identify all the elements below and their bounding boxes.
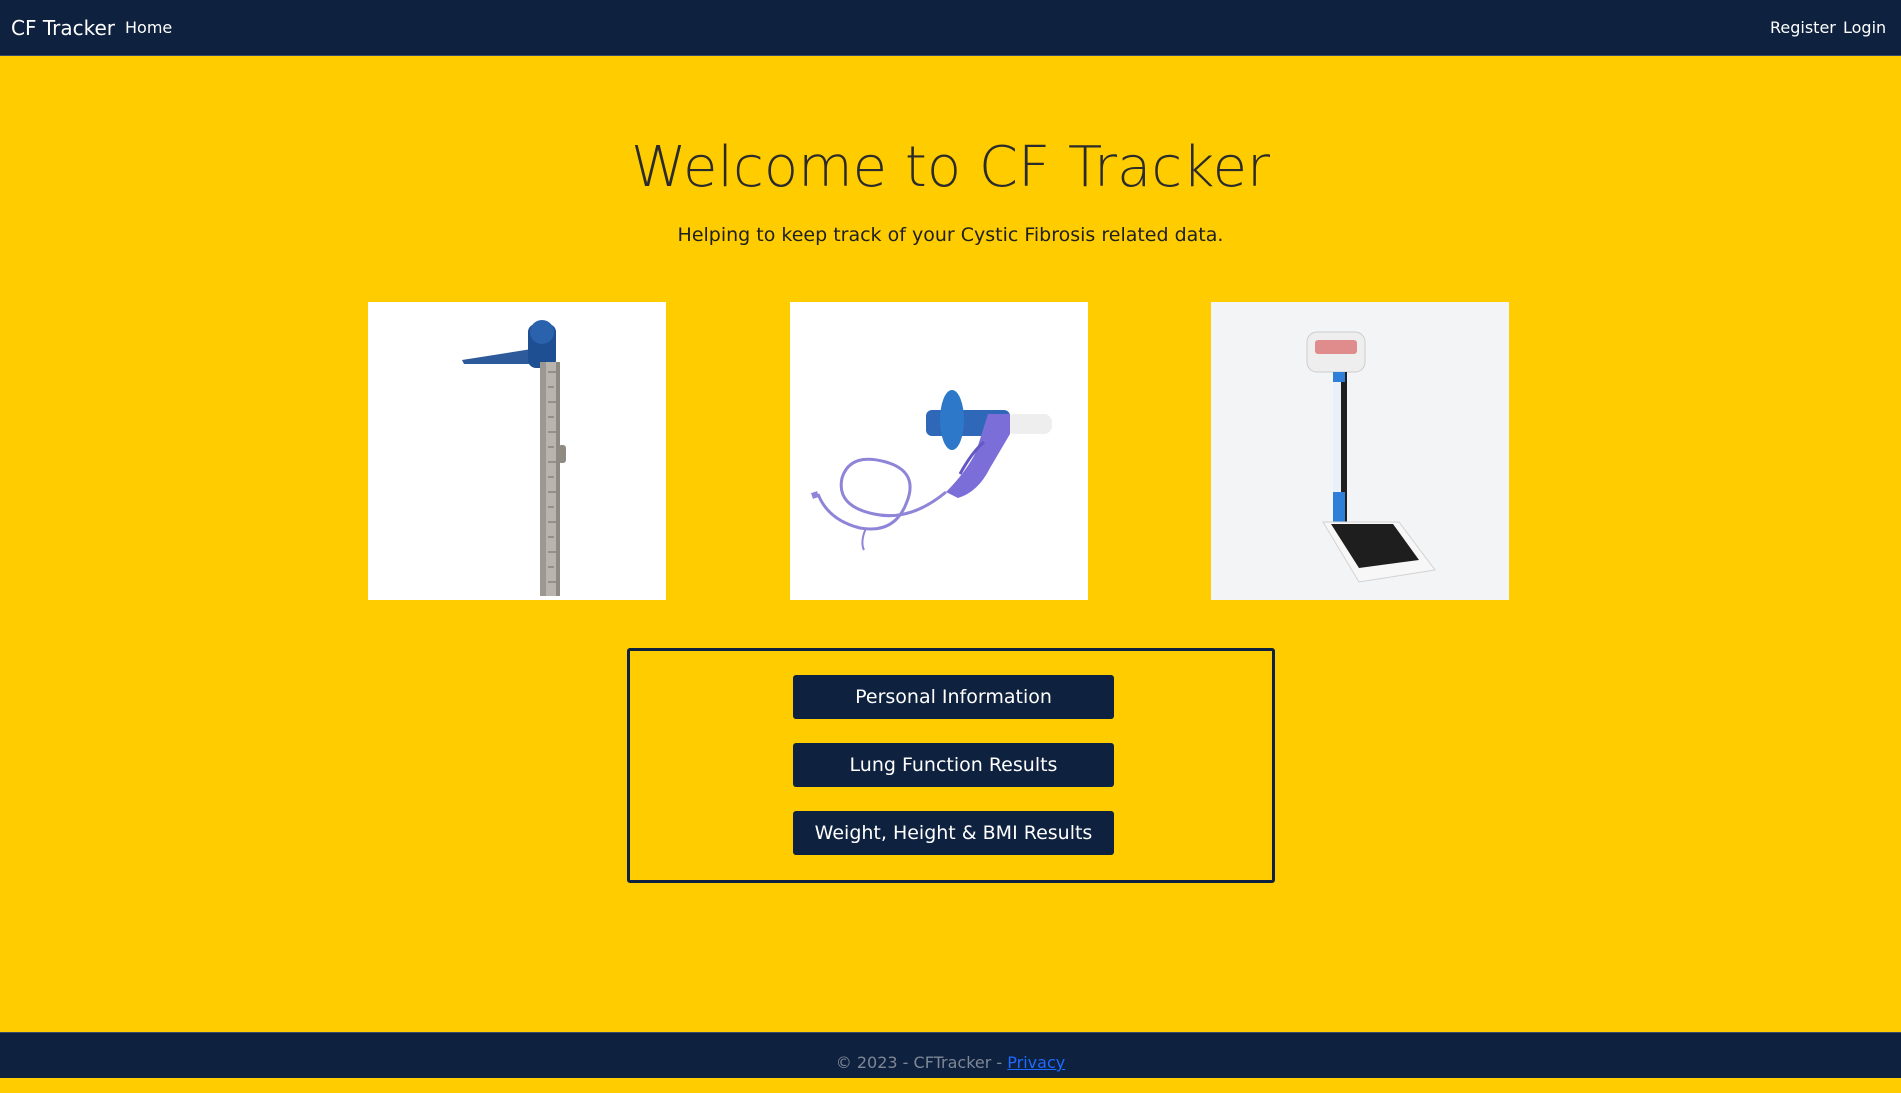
weight-height-bmi-results-button[interactable]: Weight, Height & BMI Results <box>793 811 1114 855</box>
spirometer-illustration <box>790 302 1088 600</box>
lung-function-results-button[interactable]: Lung Function Results <box>793 743 1114 787</box>
nav-login-link[interactable]: Login <box>1843 0 1886 56</box>
stadiometer-image <box>368 302 666 600</box>
top-navbar: CF Tracker Home Register Login <box>0 0 1901 56</box>
footer-copyright: © 2023 - CFTracker - <box>835 1053 1008 1072</box>
nav-register-link[interactable]: Register <box>1770 0 1836 56</box>
page-title: Welcome to CF Tracker <box>630 135 1271 200</box>
footer: © 2023 - CFTracker - Privacy <box>0 1032 1901 1078</box>
privacy-link[interactable]: Privacy <box>1007 1053 1065 1072</box>
actions-panel: Personal Information Lung Function Resul… <box>627 648 1275 883</box>
scale-image <box>1211 302 1509 600</box>
scale-illustration <box>1211 302 1509 600</box>
brand-link[interactable]: CF Tracker <box>11 0 115 56</box>
nav-home-link[interactable]: Home <box>125 0 172 56</box>
personal-information-button[interactable]: Personal Information <box>793 675 1114 719</box>
spirometer-image <box>790 302 1088 600</box>
stadiometer-illustration <box>368 302 666 600</box>
page-subtitle: Helping to keep track of your Cystic Fib… <box>677 224 1224 246</box>
